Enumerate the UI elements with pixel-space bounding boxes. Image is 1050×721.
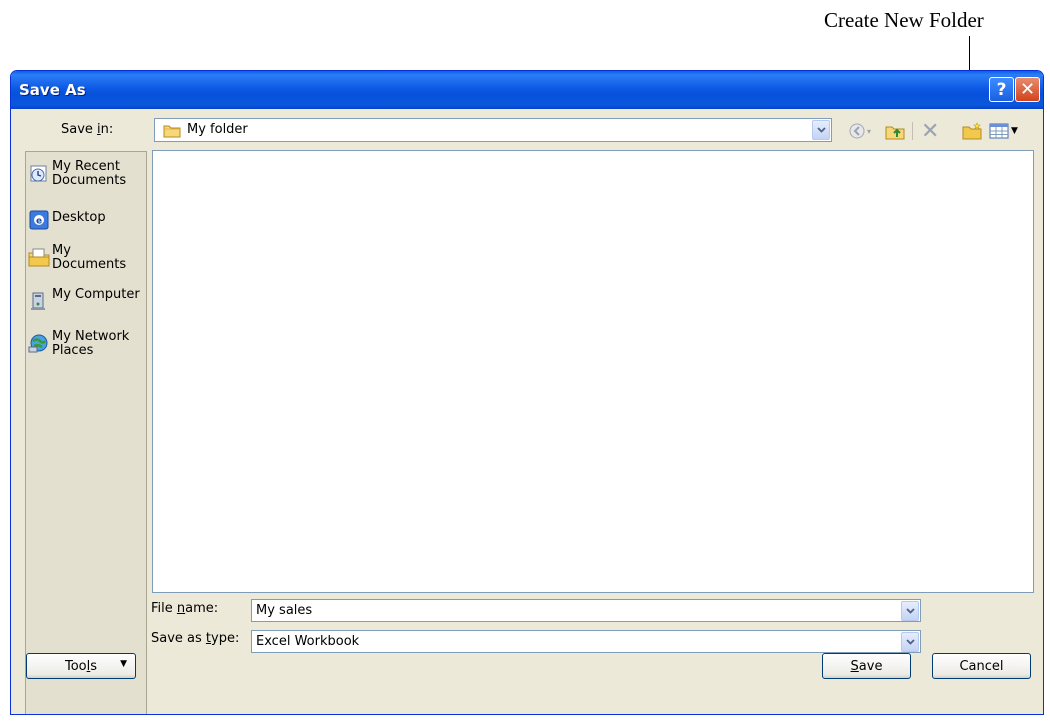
help-button[interactable]: ? <box>989 77 1014 102</box>
save-as-type-value: Excel Workbook <box>256 634 360 649</box>
file-list[interactable] <box>152 150 1034 593</box>
cancel-button[interactable]: Cancel <box>932 653 1031 679</box>
save-label: Save <box>850 658 883 674</box>
file-name-value: My sales <box>256 603 313 618</box>
place-label: My Documents <box>52 243 127 272</box>
chevron-down-icon <box>905 608 915 614</box>
up-folder-icon <box>885 126 905 140</box>
recent-documents-icon <box>28 162 50 184</box>
save-as-type-dropdown-arrow[interactable] <box>901 632 919 652</box>
place-my-recent-documents[interactable]: My Recent Documents <box>28 160 146 188</box>
save-as-type-dropdown[interactable]: Excel Workbook <box>251 630 921 653</box>
help-icon: ? <box>996 79 1007 100</box>
place-label: My Network Places <box>52 329 130 358</box>
delete-icon: ✕ <box>921 118 940 144</box>
create-new-folder-button[interactable] <box>961 120 983 142</box>
close-icon: ✕ <box>1019 79 1036 100</box>
chevron-down-icon <box>816 127 826 133</box>
save-as-dialog: Save As ? ✕ Save in: My folder ▾ ✕ ▼ My … <box>10 70 1044 715</box>
views-icon <box>989 123 1009 139</box>
save-in-dropdown-arrow[interactable] <box>812 120 830 140</box>
place-my-computer[interactable]: My Computer <box>28 288 146 312</box>
views-button[interactable] <box>989 120 1009 142</box>
file-name-dropdown-arrow[interactable] <box>901 601 919 621</box>
svg-text:e: e <box>36 217 42 227</box>
tools-label: Tools <box>65 658 98 674</box>
places-bar: My Recent Documents e Desktop My Documen… <box>25 151 147 714</box>
create-new-folder-annotation: Create New Folder <box>824 8 984 32</box>
tools-button[interactable]: Tools ▼ <box>26 653 136 679</box>
up-one-level-button[interactable] <box>885 120 905 142</box>
file-name-input[interactable]: My sales <box>251 599 921 622</box>
chevron-down-icon <box>905 639 915 645</box>
place-my-network-places[interactable]: My Network Places <box>28 330 146 358</box>
toolbar-separator <box>912 122 913 140</box>
folder-icon <box>163 123 181 142</box>
tools-dropdown-arrow: ▼ <box>120 659 127 669</box>
network-places-icon <box>28 332 50 354</box>
save-in-label: Save in: <box>61 122 114 137</box>
close-button[interactable]: ✕ <box>1015 77 1040 102</box>
desktop-icon: e <box>28 209 50 231</box>
back-icon <box>849 123 865 139</box>
place-label: My Recent Documents <box>52 159 127 188</box>
save-in-dropdown[interactable]: My folder <box>154 118 832 142</box>
my-documents-icon <box>28 246 50 268</box>
file-name-label: File name: <box>151 601 219 616</box>
place-label: Desktop <box>52 210 106 225</box>
back-button[interactable] <box>849 120 865 142</box>
place-desktop[interactable]: e Desktop <box>28 207 146 231</box>
new-folder-icon <box>962 122 982 140</box>
views-dropdown-arrow[interactable]: ▼ <box>1011 120 1018 142</box>
place-label: My Computer <box>52 287 140 302</box>
save-as-type-label: Save as type: <box>151 631 240 646</box>
cancel-label: Cancel <box>959 658 1004 674</box>
place-my-documents[interactable]: My Documents <box>28 244 146 272</box>
my-computer-icon <box>28 290 50 312</box>
back-history-arrow[interactable]: ▾ <box>867 120 871 142</box>
delete-button[interactable]: ✕ <box>921 118 940 144</box>
save-button[interactable]: Save <box>822 653 911 679</box>
title-bar[interactable]: Save As ? ✕ <box>11 71 1043 109</box>
dialog-title: Save As <box>19 81 86 99</box>
save-in-value: My folder <box>187 122 248 137</box>
